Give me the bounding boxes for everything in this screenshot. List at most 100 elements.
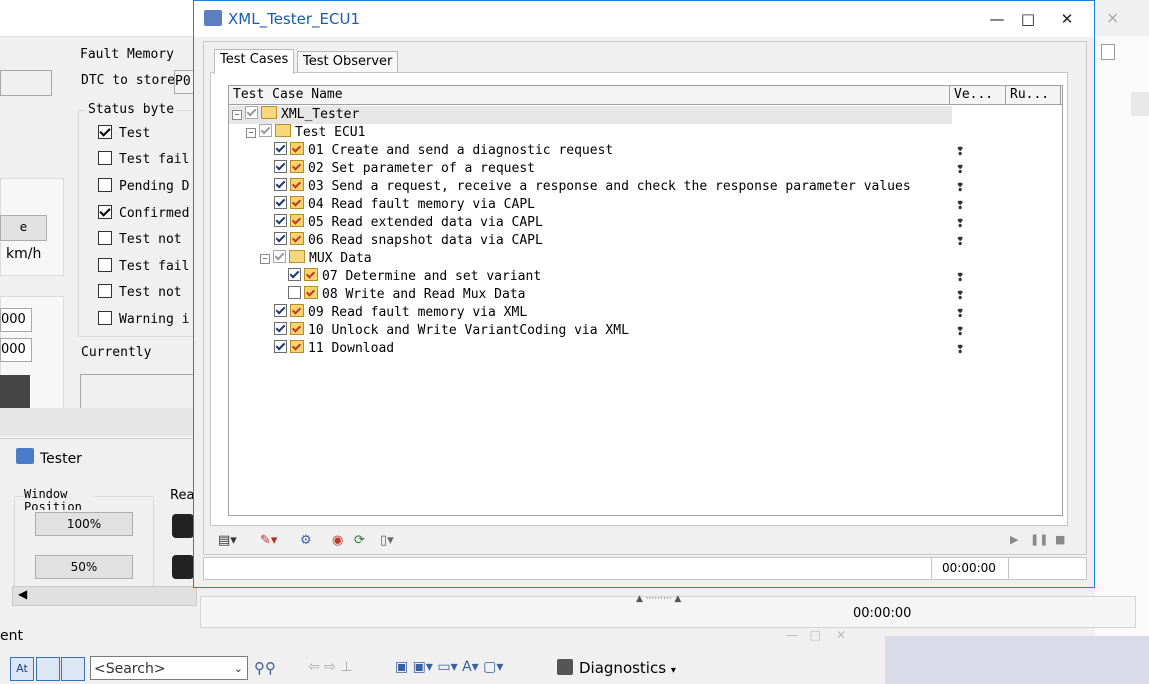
close-icon[interactable]: ✕ xyxy=(1047,7,1087,31)
window-100-button[interactable]: 100% xyxy=(35,512,133,536)
left-field-1[interactable]: 000 xyxy=(0,308,32,332)
left-field-2[interactable]: 000 xyxy=(0,338,32,362)
pause-icon[interactable]: ❚❚ xyxy=(1030,533,1048,546)
status-checkbox[interactable] xyxy=(98,125,112,139)
status-item-3[interactable]: Confirmed xyxy=(98,205,189,221)
edit-icon[interactable]: ✎▾ xyxy=(260,533,277,548)
test-case-row[interactable]: 03 Send a request, receive a response an… xyxy=(274,178,911,196)
tree-checkbox[interactable] xyxy=(245,106,258,119)
tree-checkbox[interactable] xyxy=(274,232,287,245)
search-input[interactable]: <Search> ⌄ xyxy=(90,656,248,680)
behind-splitter[interactable]: ▲ ········· ▲ xyxy=(636,594,681,604)
test-case-icon xyxy=(290,214,304,227)
tree-checkbox[interactable] xyxy=(288,268,301,281)
background-right-strip xyxy=(1131,92,1149,116)
status-checkbox[interactable] xyxy=(98,205,112,219)
stop-test-icon[interactable]: ◉ xyxy=(332,533,343,548)
filter-icon-2[interactable] xyxy=(61,657,85,681)
behind-doc-icon[interactable] xyxy=(1101,44,1115,60)
tree-checkbox[interactable] xyxy=(274,340,287,353)
collapse-icon[interactable]: − xyxy=(260,254,270,264)
status-checkbox[interactable] xyxy=(98,284,112,298)
status-item-6[interactable]: Test not xyxy=(98,284,182,300)
tree-checkbox[interactable] xyxy=(274,322,287,335)
tree-checkbox[interactable] xyxy=(288,286,301,299)
scroll-left-icon[interactable]: ◀ xyxy=(18,587,27,601)
verdict-icon: ❢ xyxy=(956,269,965,285)
play-icon[interactable]: ▶ xyxy=(1010,533,1018,546)
status-checkbox[interactable] xyxy=(98,311,112,325)
status-checkbox[interactable] xyxy=(98,231,112,245)
test-case-row[interactable]: 07 Determine and set variant xyxy=(288,268,541,286)
tree-checkbox[interactable] xyxy=(274,304,287,317)
window-title: XML_Tester_ECU1 xyxy=(228,10,360,28)
background-toolbar xyxy=(0,0,195,37)
nav-icons[interactable]: ⇦ ⇨ ⊥ xyxy=(308,659,353,675)
chevron-down-icon[interactable]: ⌄ xyxy=(234,657,243,681)
tree-root-row[interactable]: − XML_Tester xyxy=(229,106,952,124)
status-item-1[interactable]: Test fail xyxy=(98,151,189,167)
test-case-row[interactable]: 02 Set parameter of a request xyxy=(274,160,535,178)
verdict-icon: ❢ xyxy=(956,143,965,159)
tree-checkbox[interactable] xyxy=(274,214,287,227)
background-close-icon[interactable]: × xyxy=(1106,8,1119,27)
test-cases-pane: Test Case Name Ve... Ru... − XML_Tester −… xyxy=(210,72,1068,526)
left-button-e[interactable]: e xyxy=(0,215,47,241)
document-icon[interactable]: ▯▾ xyxy=(380,533,394,548)
test-case-row[interactable]: 08 Write and Read Mux Data xyxy=(288,286,526,304)
tree-header: Test Case Name Ve... Ru... xyxy=(229,86,1062,105)
diagnostics-icon[interactable] xyxy=(557,659,573,675)
tree-checkbox[interactable] xyxy=(259,124,272,137)
tree-checkbox[interactable] xyxy=(273,250,286,263)
record-icon-2[interactable] xyxy=(172,555,194,579)
configure-icon[interactable]: ⚙ xyxy=(300,533,312,548)
status-item-5[interactable]: Test fail xyxy=(98,258,189,274)
binoculars-icon[interactable]: ⚲⚲ xyxy=(254,659,276,677)
tree-checkbox[interactable] xyxy=(274,142,287,155)
maximize-icon[interactable]: □ xyxy=(1008,7,1048,31)
tab-test-observer[interactable]: Test Observer xyxy=(297,51,399,72)
status-checkbox[interactable] xyxy=(98,178,112,192)
refresh-icon[interactable]: ⟳ xyxy=(354,533,365,548)
window-statusbar: 00:00:00 xyxy=(203,557,1087,580)
tree-checkbox[interactable] xyxy=(274,160,287,173)
collapse-icon[interactable]: − xyxy=(232,110,242,120)
collapse-icon[interactable]: − xyxy=(246,128,256,138)
test-case-icon xyxy=(290,142,304,155)
sort-icon[interactable]: At xyxy=(10,657,34,681)
tab-test-cases[interactable]: Test Cases xyxy=(214,49,295,74)
filter-icon-1[interactable] xyxy=(36,657,60,681)
test-case-row[interactable]: 05 Read extended data via CAPL xyxy=(274,214,543,232)
status-item-7[interactable]: Warning i xyxy=(98,311,189,327)
test-case-row[interactable]: 01 Create and send a diagnostic request xyxy=(274,142,613,160)
verdict-icon: ❢ xyxy=(956,287,965,303)
test-case-row[interactable]: 10 Unlock and Write VariantCoding via XM… xyxy=(274,322,629,340)
tree-mux-group-row[interactable]: − MUX Data xyxy=(260,250,372,268)
column-header-run[interactable]: Ru... xyxy=(1006,86,1061,104)
test-case-row[interactable]: 06 Read snapshot data via CAPL xyxy=(274,232,543,250)
diagnostics-menu[interactable]: Diagnostics ▾ xyxy=(579,659,676,677)
test-case-row[interactable]: 11 Download xyxy=(274,340,394,358)
record-icon[interactable] xyxy=(172,514,194,538)
tester-hscrollbar[interactable]: ◀ xyxy=(12,586,197,606)
window-50-button[interactable]: 50% xyxy=(35,555,133,579)
left-field-top[interactable] xyxy=(0,70,52,96)
window-icons[interactable]: ▣ ▣▾ ▭▾ A▾ ▢▾ xyxy=(395,659,503,675)
status-item-label: Test not xyxy=(119,285,182,300)
status-item-0[interactable]: Test xyxy=(98,125,150,141)
tree-checkbox[interactable] xyxy=(274,196,287,209)
tree-mux-label: MUX Data xyxy=(309,251,372,266)
test-case-icon xyxy=(290,178,304,191)
column-header-verdict[interactable]: Ve... xyxy=(950,86,1006,104)
tree-checkbox[interactable] xyxy=(274,178,287,191)
status-item-4[interactable]: Test not xyxy=(98,231,182,247)
status-checkbox[interactable] xyxy=(98,151,112,165)
test-case-row[interactable]: 09 Read fault memory via XML xyxy=(274,304,527,322)
report-icon[interactable]: ▤▾ xyxy=(218,533,237,548)
status-checkbox[interactable] xyxy=(98,258,112,272)
status-item-2[interactable]: Pending D xyxy=(98,178,189,194)
column-header-name[interactable]: Test Case Name xyxy=(229,86,950,104)
test-case-row[interactable]: 04 Read fault memory via CAPL xyxy=(274,196,535,214)
stop-icon[interactable]: ■ xyxy=(1055,533,1065,546)
tree-group-row[interactable]: − Test ECU1 xyxy=(246,124,365,142)
